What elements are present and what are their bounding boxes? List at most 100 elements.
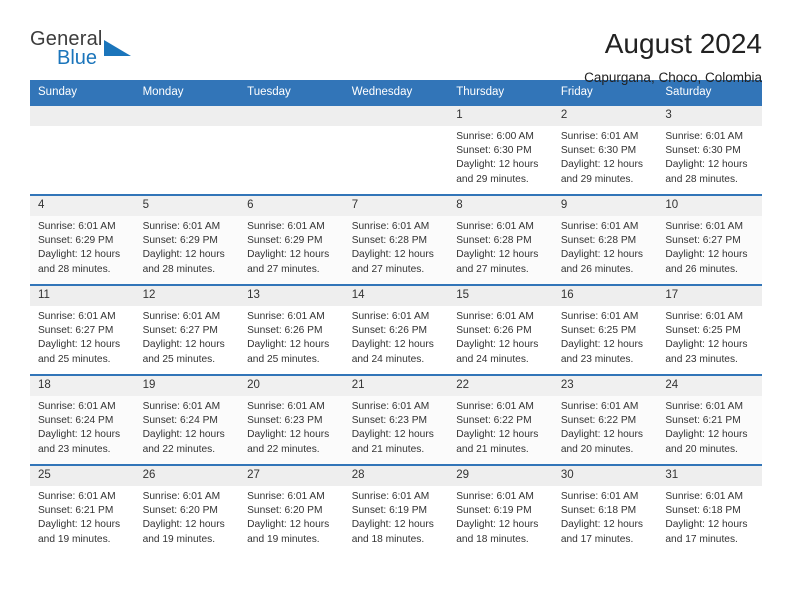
calendar-day-cell[interactable]: 26 Sunrise: 6:01 AM Sunset: 6:20 PM Dayligh… (134, 464, 240, 555)
day-details: Sunrise: 6:01 AM Sunset: 6:29 PM Daylight:… (239, 216, 344, 277)
sunrise-text: Sunrise: 6:01 AM (142, 491, 221, 502)
calendar-day-cell[interactable]: 17 Sunrise: 6:01 AM Sunset: 6:25 PM Dayligh… (657, 284, 762, 375)
title-block: August 2024 Capurgana, Choco, Colombia (584, 28, 762, 87)
daylight-text-line1: Daylight: 12 hours (665, 339, 748, 351)
day-details: Sunrise: 6:01 AM Sunset: 6:25 PM Daylight:… (553, 306, 658, 367)
day-details: Sunrise: 6:01 AM Sunset: 6:19 PM Daylight:… (448, 486, 553, 547)
sunrise-text: Sunrise: 6:01 AM (351, 401, 430, 412)
daylight-text-line1: Daylight: 12 hours (456, 429, 539, 441)
calendar-day-cell[interactable]: 27 Sunrise: 6:01 AM Sunset: 6:20 PM Dayligh… (239, 464, 344, 555)
sunrise-text: Sunrise: 6:01 AM (247, 491, 325, 502)
calendar-week-row: 18 Sunrise: 6:01 AM Sunset: 6:24 PM Dayligh… (30, 374, 762, 465)
calendar-day-cell-empty (239, 104, 344, 195)
day-details: Sunrise: 6:01 AM Sunset: 6:29 PM Daylight:… (135, 216, 240, 277)
calendar-day-cell[interactable]: 4 Sunrise: 6:01 AM Sunset: 6:29 PM Daylight… (30, 194, 135, 285)
daylight-text-line1: Daylight: 12 hours (247, 339, 330, 351)
sunrise-text: Sunrise: 6:01 AM (142, 311, 221, 322)
sunrise-text: Sunrise: 6:01 AM (665, 401, 743, 412)
calendar-day-cell[interactable]: 20 Sunrise: 6:01 AM Sunset: 6:23 PM Dayligh… (239, 374, 344, 465)
daylight-text-line1: Daylight: 12 hours (351, 519, 434, 531)
day-details: Sunrise: 6:01 AM Sunset: 6:28 PM Daylight:… (344, 216, 449, 277)
daylight-text-line1: Daylight: 12 hours (456, 339, 539, 351)
day-number: 6 (239, 196, 344, 216)
sunset-text: Sunset: 6:24 PM (38, 415, 114, 427)
daylight-text-line2: and 23 minutes. (560, 353, 634, 365)
page-title: August 2024 (604, 28, 762, 59)
day-number: 7 (343, 196, 449, 216)
calendar-day-cell[interactable]: 24 Sunrise: 6:01 AM Sunset: 6:21 PM Dayligh… (657, 374, 762, 465)
calendar-day-cell[interactable]: 18 Sunrise: 6:01 AM Sunset: 6:24 PM Dayligh… (30, 374, 135, 465)
day-number: 25 (30, 466, 135, 486)
day-details: Sunrise: 6:01 AM Sunset: 6:28 PM Daylight:… (448, 216, 553, 277)
sunset-text: Sunset: 6:29 PM (247, 235, 323, 247)
daylight-text-line2: and 25 minutes. (247, 353, 320, 365)
daylight-text-line2: and 28 minutes. (142, 263, 216, 275)
sunset-text: Sunset: 6:30 PM (665, 145, 741, 157)
daylight-text-line1: Daylight: 12 hours (560, 429, 643, 441)
weekday-header-wednesday: Wednesday (343, 80, 449, 105)
daylight-text-line1: Daylight: 12 hours (38, 429, 121, 441)
calendar-day-cell[interactable]: 31 Sunrise: 6:01 AM Sunset: 6:18 PM Dayligh… (657, 464, 762, 555)
daylight-text-line1: Daylight: 12 hours (665, 519, 748, 531)
sunrise-text: Sunrise: 6:01 AM (38, 311, 116, 322)
calendar-day-cell[interactable]: 14 Sunrise: 6:01 AM Sunset: 6:26 PM Dayligh… (343, 284, 449, 375)
calendar-page: General Blue August 2024 Capurgana, Choc… (0, 0, 792, 612)
day-number: 11 (30, 286, 135, 306)
day-details: Sunrise: 6:01 AM Sunset: 6:27 PM Daylight:… (135, 306, 240, 367)
calendar-day-cell[interactable]: 9 Sunrise: 6:01 AM Sunset: 6:28 PM Daylight… (552, 194, 658, 285)
day-number: 26 (134, 466, 240, 486)
day-number: 15 (448, 286, 553, 306)
day-number: 28 (343, 466, 449, 486)
calendar-day-cell[interactable]: 15 Sunrise: 6:01 AM Sunset: 6:26 PM Dayligh… (448, 284, 553, 375)
daylight-text-line2: and 21 minutes. (351, 443, 425, 455)
calendar-day-cell[interactable]: 7 Sunrise: 6:01 AM Sunset: 6:28 PM Daylight… (343, 194, 449, 285)
daylight-text-line2: and 22 minutes. (142, 443, 216, 455)
daylight-text-line2: and 22 minutes. (247, 443, 320, 455)
calendar-day-cell[interactable]: 30 Sunrise: 6:01 AM Sunset: 6:18 PM Dayligh… (552, 464, 658, 555)
calendar-day-cell[interactable]: 2 Sunrise: 6:01 AM Sunset: 6:30 PM Daylight… (552, 104, 658, 195)
calendar-day-cell[interactable]: 1 Sunrise: 6:00 AM Sunset: 6:30 PM Daylight… (448, 104, 553, 195)
calendar-day-cell[interactable]: 23 Sunrise: 6:01 AM Sunset: 6:22 PM Dayligh… (552, 374, 658, 465)
sunrise-text: Sunrise: 6:01 AM (247, 401, 325, 412)
day-number: 8 (448, 196, 553, 216)
daylight-text-line2: and 19 minutes. (38, 533, 111, 545)
day-number: 23 (552, 376, 658, 396)
weekday-header-monday: Monday (134, 80, 240, 105)
sunset-text: Sunset: 6:25 PM (560, 325, 637, 337)
daylight-text-line1: Daylight: 12 hours (456, 519, 539, 531)
calendar-day-cell[interactable]: 5 Sunrise: 6:01 AM Sunset: 6:29 PM Daylight… (134, 194, 240, 285)
sunrise-text: Sunrise: 6:01 AM (560, 401, 639, 412)
day-details: Sunrise: 6:01 AM Sunset: 6:29 PM Daylight:… (30, 216, 135, 277)
sunset-text: Sunset: 6:28 PM (351, 235, 428, 247)
daylight-text-line2: and 17 minutes. (560, 533, 634, 545)
day-number: 31 (657, 466, 762, 486)
day-details: Sunrise: 6:01 AM Sunset: 6:23 PM Daylight:… (344, 396, 449, 457)
calendar-day-cell[interactable]: 22 Sunrise: 6:01 AM Sunset: 6:22 PM Dayligh… (448, 374, 553, 465)
calendar-week-row: 1 Sunrise: 6:00 AM Sunset: 6:30 PM Daylight… (30, 104, 762, 195)
sunset-text: Sunset: 6:18 PM (560, 505, 637, 517)
calendar-day-cell[interactable]: 10 Sunrise: 6:01 AM Sunset: 6:27 PM Dayligh… (657, 194, 762, 285)
calendar-day-cell[interactable]: 21 Sunrise: 6:01 AM Sunset: 6:23 PM Dayligh… (343, 374, 449, 465)
day-details: Sunrise: 6:01 AM Sunset: 6:24 PM Daylight:… (135, 396, 240, 457)
day-number: 14 (343, 286, 449, 306)
calendar-day-cell[interactable]: 25 Sunrise: 6:01 AM Sunset: 6:21 PM Dayligh… (30, 464, 135, 555)
calendar-day-cell[interactable]: 13 Sunrise: 6:01 AM Sunset: 6:26 PM Dayligh… (239, 284, 344, 375)
calendar-day-cell[interactable]: 8 Sunrise: 6:01 AM Sunset: 6:28 PM Daylight… (448, 194, 553, 285)
page-header: General Blue August 2024 Capurgana, Choc… (30, 0, 762, 85)
calendar-day-cell[interactable]: 6 Sunrise: 6:01 AM Sunset: 6:29 PM Daylight… (239, 194, 344, 285)
calendar-day-cell[interactable]: 28 Sunrise: 6:01 AM Sunset: 6:19 PM Dayligh… (343, 464, 449, 555)
calendar-day-cell[interactable]: 29 Sunrise: 6:01 AM Sunset: 6:19 PM Dayligh… (448, 464, 553, 555)
sunset-text: Sunset: 6:18 PM (665, 505, 741, 517)
calendar-day-cell[interactable]: 19 Sunrise: 6:01 AM Sunset: 6:24 PM Dayligh… (134, 374, 240, 465)
brand-logo[interactable]: General Blue (30, 28, 150, 76)
sunset-text: Sunset: 6:20 PM (142, 505, 218, 517)
calendar-day-cell[interactable]: 16 Sunrise: 6:01 AM Sunset: 6:25 PM Dayligh… (552, 284, 658, 375)
calendar-body: 1 Sunrise: 6:00 AM Sunset: 6:30 PM Daylight… (30, 104, 762, 555)
sunset-text: Sunset: 6:23 PM (351, 415, 428, 427)
calendar-day-cell[interactable]: 3 Sunrise: 6:01 AM Sunset: 6:30 PM Daylight… (657, 104, 762, 195)
calendar-day-cell[interactable]: 11 Sunrise: 6:01 AM Sunset: 6:27 PM Dayligh… (30, 284, 135, 375)
calendar-day-cell[interactable]: 12 Sunrise: 6:01 AM Sunset: 6:27 PM Dayligh… (134, 284, 240, 375)
day-number (30, 106, 135, 126)
sunrise-text: Sunrise: 6:01 AM (456, 401, 534, 412)
day-details: Sunrise: 6:01 AM Sunset: 6:19 PM Daylight:… (344, 486, 449, 547)
